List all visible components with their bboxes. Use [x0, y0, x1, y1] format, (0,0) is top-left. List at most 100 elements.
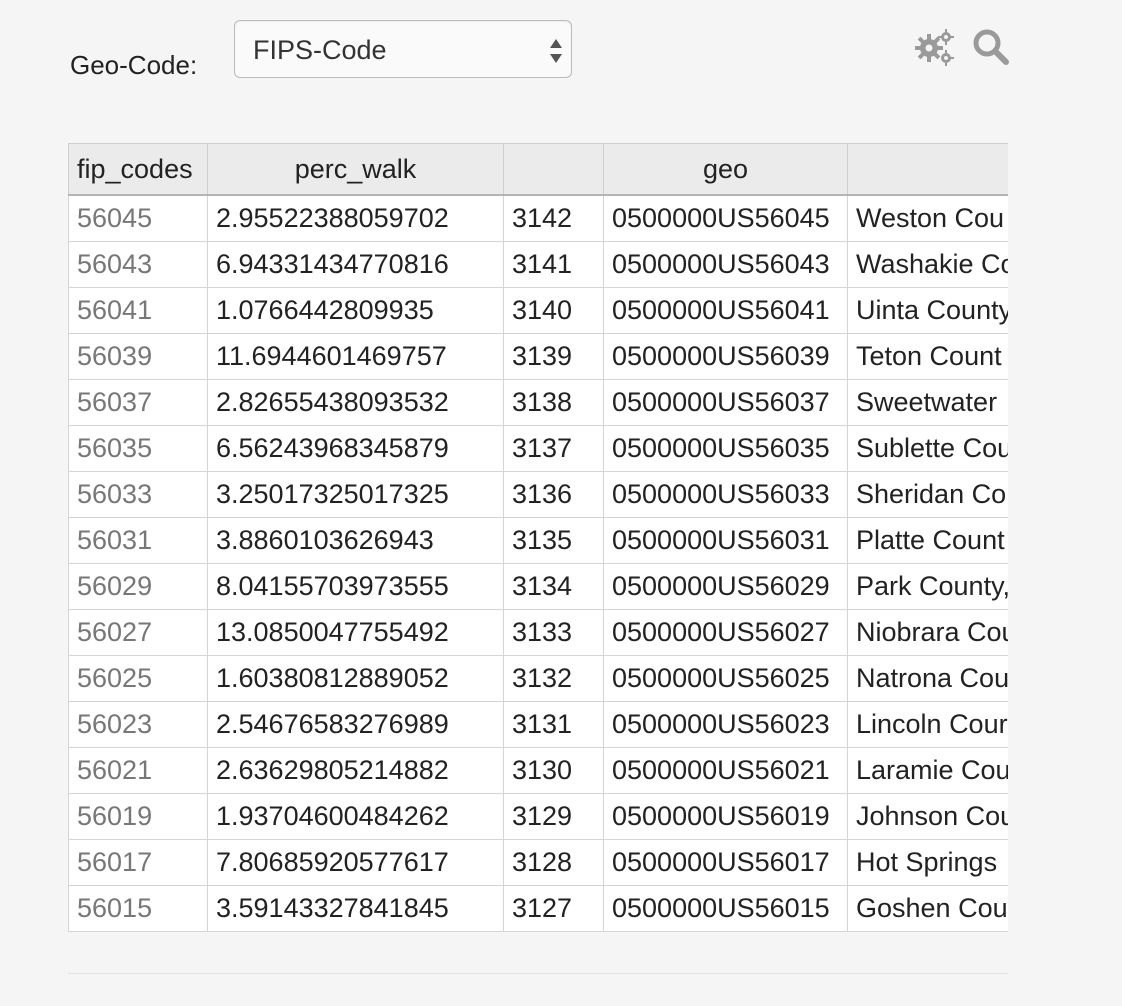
table-cell: 0500000US56033: [603, 471, 848, 518]
table-cell: Weston Cou: [847, 194, 1008, 242]
table-cell: 0500000US56031: [603, 517, 848, 564]
table-row[interactable]: 56033 3.25017325017325 3136 0500000US56033 S…: [68, 471, 1008, 518]
table-cell: 56035: [68, 425, 208, 472]
table-cell: 3128: [503, 839, 604, 886]
geo-code-select-value: FIPS-Code: [253, 35, 387, 65]
table-cell: 56019: [68, 793, 208, 840]
table-row[interactable]: 56025 1.60380812889052 3132 0500000US56025 N…: [68, 655, 1008, 702]
table-cell: 3127: [503, 885, 604, 932]
table-cell: 0500000US56015: [603, 885, 848, 932]
table-cell: 3.8860103626943: [207, 517, 504, 564]
table-cell: 11.6944601469757: [207, 333, 504, 380]
table-cell: 6.94331434770816: [207, 241, 504, 288]
data-table: fip_codes perc_walk geo 56045 2.955223880…: [68, 143, 1008, 932]
table-cell: 56031: [68, 517, 208, 564]
table-cell: 56037: [68, 379, 208, 426]
table-cell: 3.59143327841845: [207, 885, 504, 932]
data-table-viewport[interactable]: fip_codes perc_walk geo 56045 2.955223880…: [68, 143, 1008, 933]
table-cell: Hot Springs: [847, 839, 1008, 886]
table-cell: Teton Count: [847, 333, 1008, 380]
page: Geo-Code: FIPS-Code fip_codes perc_walk …: [0, 0, 1122, 1006]
search-icon[interactable]: [970, 26, 1012, 68]
column-header[interactable]: geo: [603, 143, 848, 196]
table-cell: 56033: [68, 471, 208, 518]
table-cell: 3141: [503, 241, 604, 288]
table-cell: 0500000US56029: [603, 563, 848, 610]
table-cell: 3139: [503, 333, 604, 380]
table-cell: 7.80685920577617: [207, 839, 504, 886]
table-cell: 2.54676583276989: [207, 701, 504, 748]
table-row[interactable]: 56015 3.59143327841845 3127 0500000US56015 G…: [68, 885, 1008, 932]
table-cell: 6.56243968345879: [207, 425, 504, 472]
table-cell: 3.25017325017325: [207, 471, 504, 518]
select-arrows-icon: [550, 39, 562, 63]
table-cell: 3137: [503, 425, 604, 472]
table-cell: 0500000US56017: [603, 839, 848, 886]
table-row[interactable]: 56031 3.8860103626943 3135 0500000US56031 Pl…: [68, 517, 1008, 564]
table-cell: 56015: [68, 885, 208, 932]
table-cell: 2.63629805214882: [207, 747, 504, 794]
table-row[interactable]: 56041 1.0766442809935 3140 0500000US56041 Ui…: [68, 287, 1008, 334]
table-cell: 2.82655438093532: [207, 379, 504, 426]
table-cell: Johnson Cou: [847, 793, 1008, 840]
column-header[interactable]: perc_walk: [207, 143, 504, 196]
table-cell: 56017: [68, 839, 208, 886]
table-cell: 0500000US56043: [603, 241, 848, 288]
table-cell: 56027: [68, 609, 208, 656]
divider: [68, 973, 1008, 974]
table-cell: 56025: [68, 655, 208, 702]
table-cell: 3133: [503, 609, 604, 656]
table-cell: 0500000US56025: [603, 655, 848, 702]
table-cell: 0500000US56023: [603, 701, 848, 748]
table-cell: 56041: [68, 287, 208, 334]
table-cell: 1.60380812889052: [207, 655, 504, 702]
table-cell: Laramie Cou: [847, 747, 1008, 794]
table-cell: 56039: [68, 333, 208, 380]
table-cell: 0500000US56041: [603, 287, 848, 334]
table-row[interactable]: 56035 6.56243968345879 3137 0500000US56035 S…: [68, 425, 1008, 472]
table-row[interactable]: 56017 7.80685920577617 3128 0500000US56017 H…: [68, 839, 1008, 886]
table-cell: 3134: [503, 563, 604, 610]
table-cell: 3135: [503, 517, 604, 564]
table-header-row: fip_codes perc_walk geo: [68, 143, 1008, 196]
table-cell: 0500000US56035: [603, 425, 848, 472]
table-row[interactable]: 56023 2.54676583276989 3131 0500000US56023 L…: [68, 701, 1008, 748]
table-cell: 3131: [503, 701, 604, 748]
table-cell: 3130: [503, 747, 604, 794]
table-row[interactable]: 56039 11.6944601469757 3139 0500000US56039 T…: [68, 333, 1008, 380]
table-cell: Park County,: [847, 563, 1008, 610]
table-row[interactable]: 56045 2.95522388059702 3142 0500000US56045 W…: [68, 194, 1008, 242]
table-row[interactable]: 56021 2.63629805214882 3130 0500000US56021 L…: [68, 747, 1008, 794]
table-cell: Sweetwater: [847, 379, 1008, 426]
table-cell: Washakie Co: [847, 241, 1008, 288]
table-row[interactable]: 56027 13.0850047755492 3133 0500000US56027 N…: [68, 609, 1008, 656]
table-cell: Natrona Cou: [847, 655, 1008, 702]
table-cell: 3132: [503, 655, 604, 702]
table-row[interactable]: 56019 1.93704600484262 3129 0500000US56019 J…: [68, 793, 1008, 840]
table-cell: 0500000US56019: [603, 793, 848, 840]
table-row[interactable]: 56029 8.04155703973555 3134 0500000US56029 P…: [68, 563, 1008, 610]
table-cell: 56029: [68, 563, 208, 610]
gears-icon[interactable]: [914, 26, 956, 68]
table-cell: 2.95522388059702: [207, 194, 504, 242]
table-cell: Sheridan Co: [847, 471, 1008, 518]
table-cell: Platte Count: [847, 517, 1008, 564]
table-cell: 13.0850047755492: [207, 609, 504, 656]
geo-code-select[interactable]: FIPS-Code: [234, 20, 572, 78]
column-header[interactable]: fip_codes: [68, 143, 208, 196]
table-cell: Sublette Cou: [847, 425, 1008, 472]
column-header[interactable]: [847, 143, 1008, 196]
table-row[interactable]: 56037 2.82655438093532 3138 0500000US56037 S…: [68, 379, 1008, 426]
table-cell: 0500000US56021: [603, 747, 848, 794]
geo-code-label: Geo-Code:: [70, 50, 198, 80]
table-row[interactable]: 56043 6.94331434770816 3141 0500000US56043 W…: [68, 241, 1008, 288]
table-body: 56045 2.95522388059702 3142 0500000US56045 W…: [68, 194, 1008, 932]
table-cell: Goshen Cou: [847, 885, 1008, 932]
table-cell: 3142: [503, 194, 604, 242]
column-header[interactable]: [503, 143, 604, 196]
table-cell: 1.93704600484262: [207, 793, 504, 840]
table-cell: Lincoln Cour: [847, 701, 1008, 748]
table-cell: 0500000US56037: [603, 379, 848, 426]
table-cell: 56021: [68, 747, 208, 794]
table-cell: 0500000US56027: [603, 609, 848, 656]
